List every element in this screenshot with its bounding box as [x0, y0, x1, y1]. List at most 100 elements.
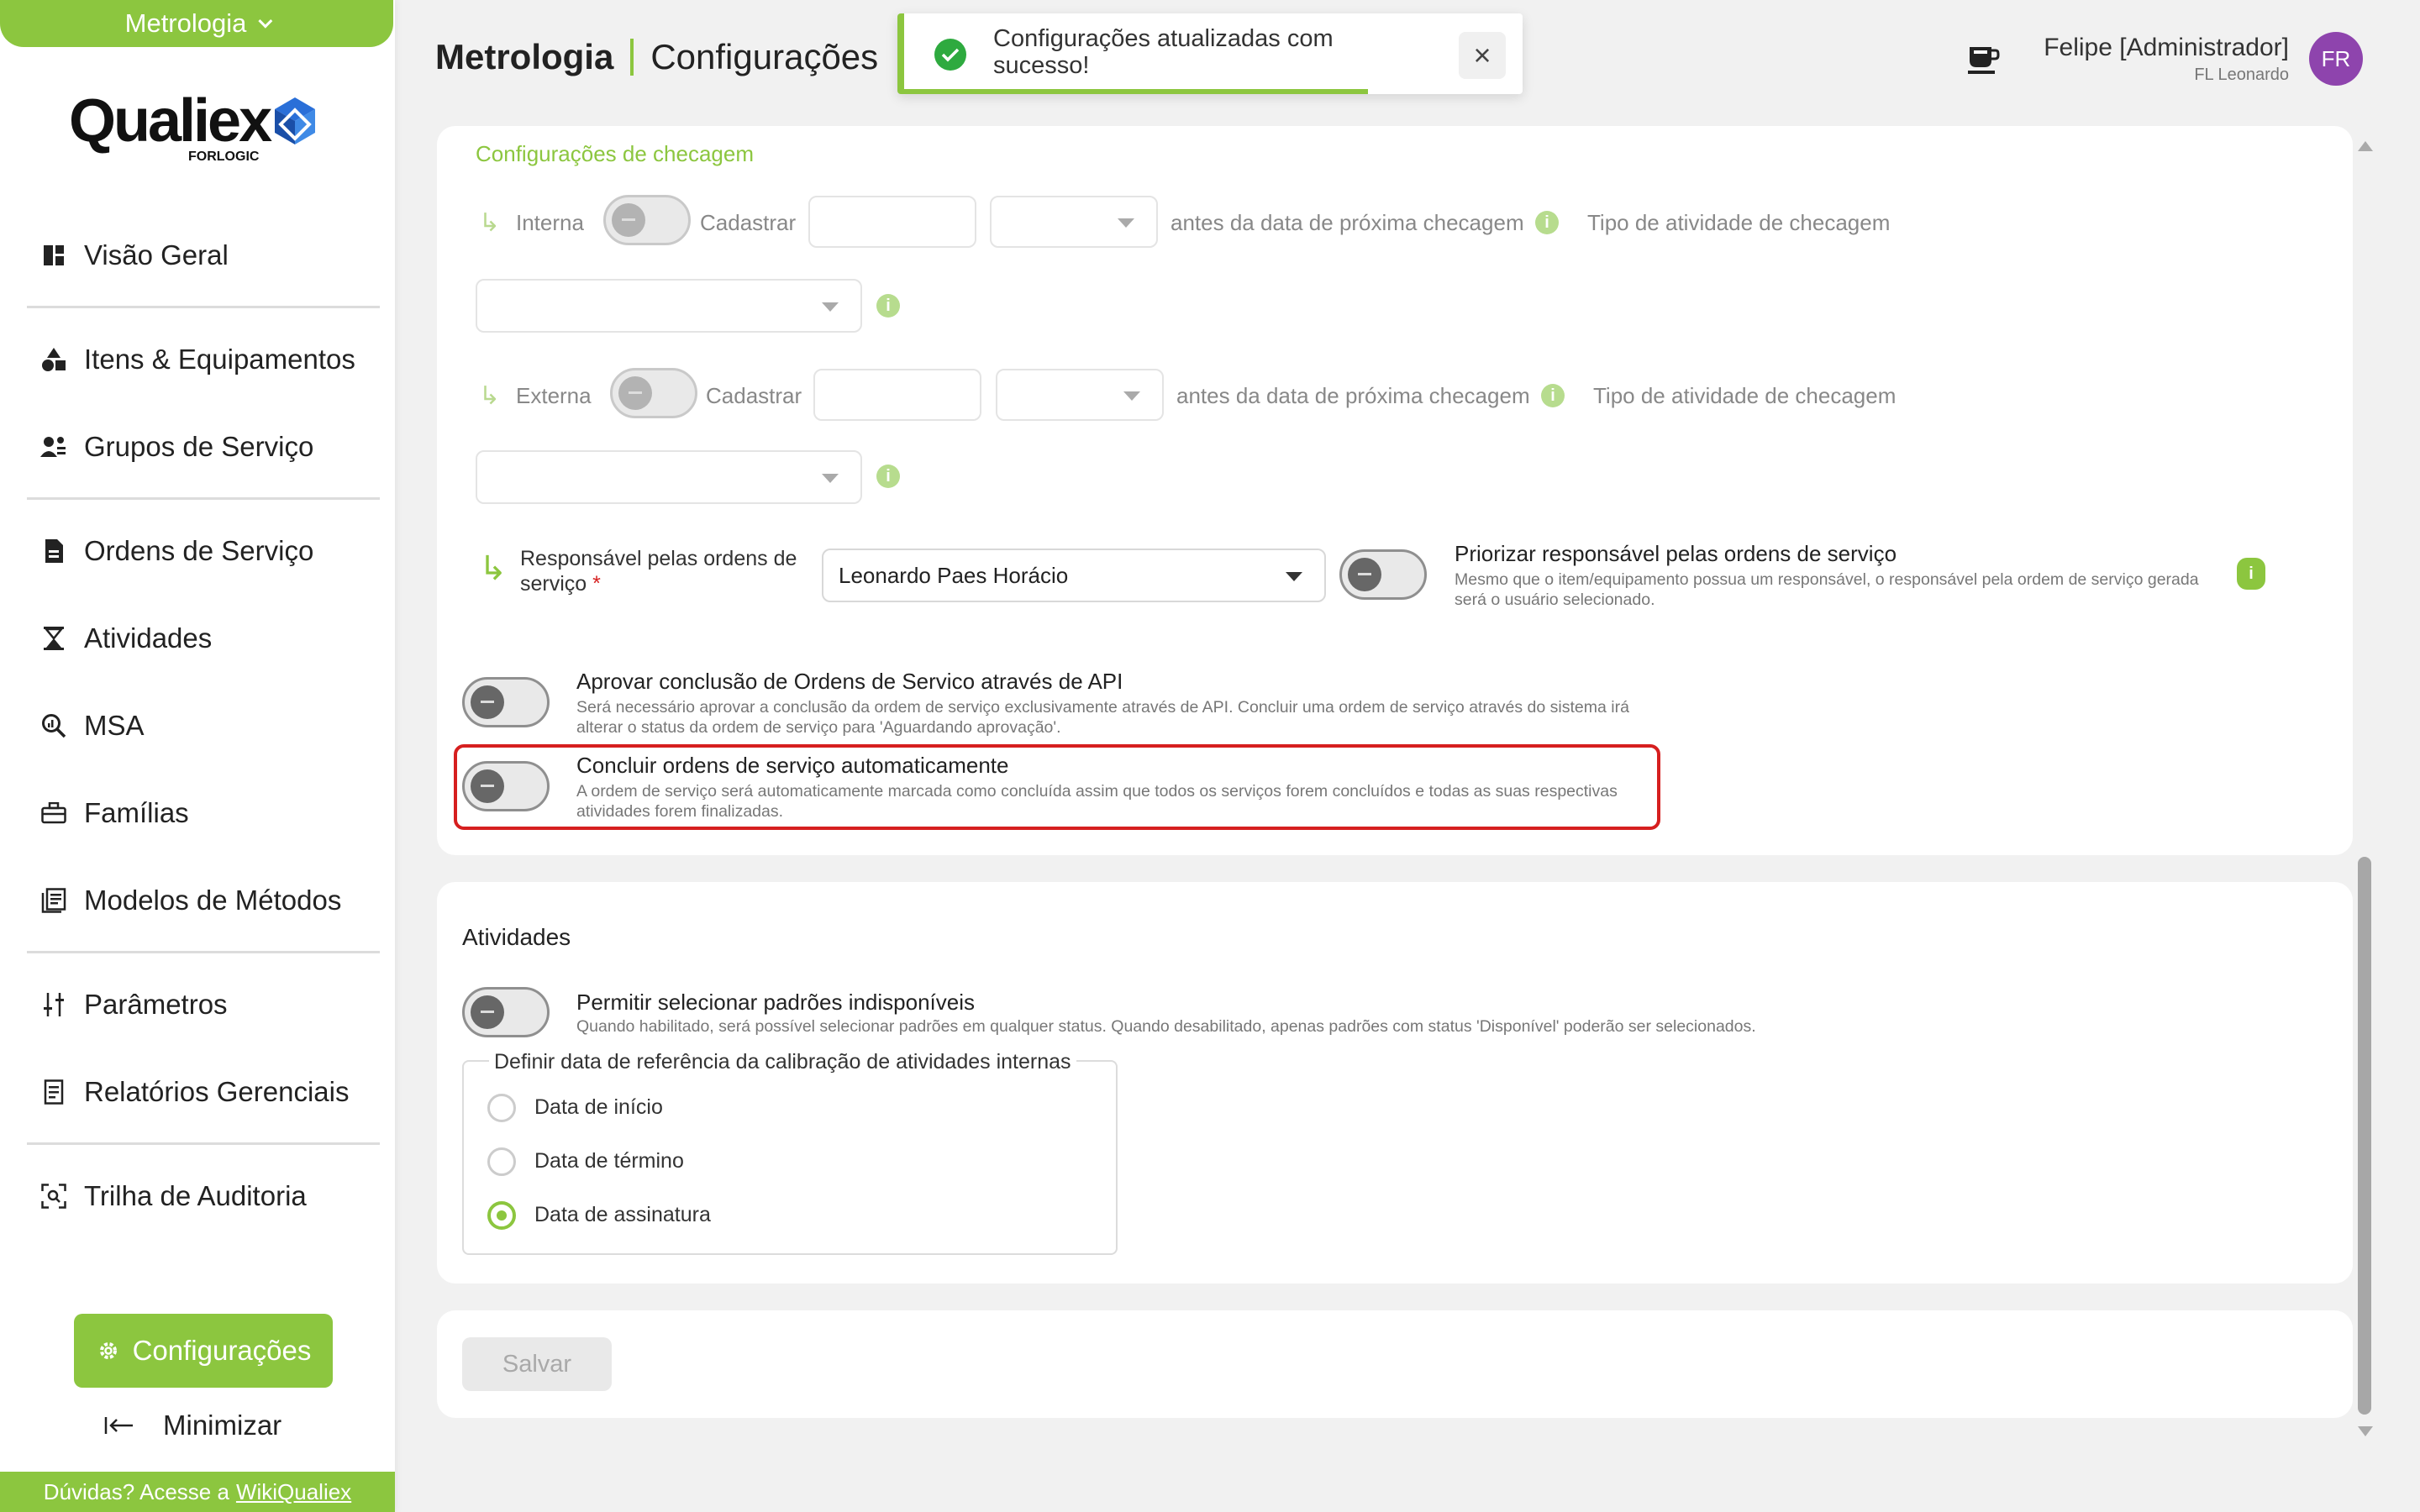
concluir-auto-title: Concluir ordens de serviço automaticamen…: [576, 753, 1009, 778]
breadcrumb-module[interactable]: Metrologia: [435, 37, 613, 77]
sub-arrow-icon: ↳: [479, 550, 508, 587]
data-referencia-legend: Definir data de referência da calibração…: [489, 1050, 1076, 1074]
user-subtitle: FL Leonardo: [2194, 66, 2289, 84]
help-bar: Dúvidas? Acesse a WikiQualiex: [0, 1472, 395, 1512]
responsavel-label: Responsável pelas ordens de serviço *: [520, 546, 806, 596]
sidebar-item-parametros[interactable]: Parâmetros: [40, 984, 228, 1026]
externa-tipo-select[interactable]: [476, 450, 862, 504]
toast-message: Configurações atualizadas com sucesso!: [993, 25, 1334, 79]
chevron-down-icon: [822, 302, 839, 312]
interna-tipo-label: Tipo de atividade de checagem: [1587, 210, 1891, 235]
padroes-indisponiveis-toggle[interactable]: [462, 987, 550, 1037]
radio-data-assinatura[interactable]: [487, 1201, 516, 1230]
sidebar-item-relatorios[interactable]: Relatórios Gerenciais: [40, 1071, 349, 1113]
chevron-down-icon: [822, 474, 839, 483]
sidebar-item-label: Ordens de Serviço: [84, 535, 314, 566]
scrollbar-thumb[interactable]: [2358, 857, 2371, 1415]
breadcrumb-separator: [630, 39, 634, 76]
permitir-desc: Quando habilitado, será possível selecio…: [576, 1017, 1756, 1036]
aprovar-api-desc: Será necessário aprovar a conclusão da o…: [576, 698, 1629, 737]
externa-antes-label: antes da data de próxima checagem: [1176, 383, 1530, 408]
module-selector[interactable]: Metrologia: [0, 0, 393, 47]
minimize-button[interactable]: Minimizar: [104, 1410, 281, 1441]
required-mark: *: [592, 572, 601, 596]
sidebar-item-label: Relatórios Gerenciais: [84, 1076, 350, 1107]
sidebar-item-modelos-metodos[interactable]: Modelos de Métodos: [40, 879, 341, 921]
concluir-auto-toggle[interactable]: [462, 761, 550, 811]
success-toast: Configurações atualizadas com sucesso! ×: [897, 13, 1523, 94]
priorizar-desc: Mesmo que o item/equipamento possua um r…: [1455, 570, 2199, 609]
radio-data-termino[interactable]: [487, 1147, 516, 1176]
interna-cadastrar-label: Cadastrar: [700, 210, 797, 235]
book-icon: [40, 887, 67, 914]
sidebar-item-label: Grupos de Serviço: [84, 431, 314, 462]
sidebar-item-trilha-auditoria[interactable]: Trilha de Auditoria: [40, 1175, 307, 1217]
radio-label: Data de término: [534, 1149, 684, 1173]
info-icon[interactable]: i: [876, 294, 900, 318]
user-info[interactable]: Felipe [Administrador] FL Leonardo: [1983, 34, 2289, 85]
sidebar-item-label: Trilha de Auditoria: [84, 1180, 307, 1211]
document-icon: [40, 538, 67, 564]
chevron-down-icon: [1123, 391, 1140, 401]
sidebar-item-itens-equipamentos[interactable]: Itens & Equipamentos: [40, 339, 355, 381]
externa-tipo-label: Tipo de atividade de checagem: [1593, 383, 1897, 408]
qualiex-logo: Qualiex FORLOGIC: [69, 91, 317, 164]
configuracoes-label: Configurações: [132, 1335, 312, 1366]
concluir-auto-desc: A ordem de serviço será automaticamente …: [576, 782, 1618, 821]
responsavel-select[interactable]: Leonardo Paes Horácio: [822, 549, 1326, 602]
sidebar-item-grupos-servico[interactable]: Grupos de Serviço: [40, 426, 313, 468]
info-icon[interactable]: i: [876, 465, 900, 488]
search-chart-icon: [40, 712, 67, 739]
save-button[interactable]: Salvar: [462, 1337, 612, 1391]
report-icon: [40, 1079, 67, 1105]
sidebar-item-label: Modelos de Métodos: [84, 885, 342, 916]
sidebar-item-label: MSA: [84, 710, 145, 741]
check-circle-icon: [934, 39, 966, 71]
logo-subtext: FORLOGIC: [188, 150, 260, 164]
externa-toggle[interactable]: [610, 368, 697, 418]
priorizar-toggle[interactable]: [1339, 549, 1427, 600]
sliders-icon: [40, 991, 67, 1018]
externa-days-input[interactable]: [813, 369, 981, 421]
help-text: Dúvidas? Acesse a: [43, 1478, 229, 1504]
divider: [27, 497, 380, 500]
wiki-link[interactable]: WikiQualiex: [236, 1479, 351, 1505]
externa-unit-select[interactable]: [996, 369, 1164, 421]
user-name: Felipe [Administrador]: [2044, 34, 2289, 61]
sidebar-item-ordens-servico[interactable]: Ordens de Serviço: [40, 530, 313, 572]
dashboard-icon: [40, 242, 67, 269]
aprovar-api-toggle[interactable]: [462, 677, 550, 727]
configuracoes-button[interactable]: Configurações: [74, 1314, 333, 1388]
avatar[interactable]: FR: [2309, 32, 2363, 86]
sidebar-item-label: Famílias: [84, 797, 189, 828]
info-icon[interactable]: i: [2237, 558, 2265, 590]
externa-cadastrar-label: Cadastrar: [706, 383, 802, 408]
user-group-icon: [40, 433, 67, 460]
minimize-label: Minimizar: [163, 1410, 282, 1441]
permitir-title: Permitir selecionar padrões indisponívei…: [576, 990, 976, 1015]
sub-arrow-icon: ↳: [479, 382, 501, 410]
sidebar-item-label: Atividades: [84, 622, 213, 654]
interna-unit-select[interactable]: [990, 196, 1158, 248]
info-icon[interactable]: i: [1535, 211, 1559, 234]
sidebar-item-familias[interactable]: Famílias: [40, 792, 189, 834]
interna-days-input[interactable]: [808, 196, 976, 248]
chevron-down-icon: [1118, 218, 1134, 228]
sidebar-item-msa[interactable]: MSA: [40, 705, 145, 747]
hourglass-icon: [40, 625, 67, 652]
divider: [27, 1142, 380, 1145]
scroll-up-icon[interactable]: [2358, 141, 2373, 151]
radio-data-inicio[interactable]: [487, 1094, 516, 1122]
sidebar-item-visao-geral[interactable]: Visão Geral: [40, 234, 229, 276]
interna-tipo-select[interactable]: [476, 279, 862, 333]
sidebar-item-atividades[interactable]: Atividades: [40, 617, 212, 659]
responsavel-label-text: Responsável pelas ordens de serviço: [520, 547, 797, 596]
close-icon[interactable]: ×: [1459, 32, 1506, 79]
radio-label: Data de início: [534, 1095, 663, 1119]
gear-icon: [99, 1342, 117, 1359]
scroll-down-icon[interactable]: [2358, 1426, 2373, 1436]
sidebar-item-label: Itens & Equipamentos: [84, 344, 355, 375]
interna-toggle[interactable]: [603, 195, 691, 245]
module-selector-label: Metrologia: [124, 8, 247, 38]
info-icon[interactable]: i: [1541, 384, 1565, 407]
